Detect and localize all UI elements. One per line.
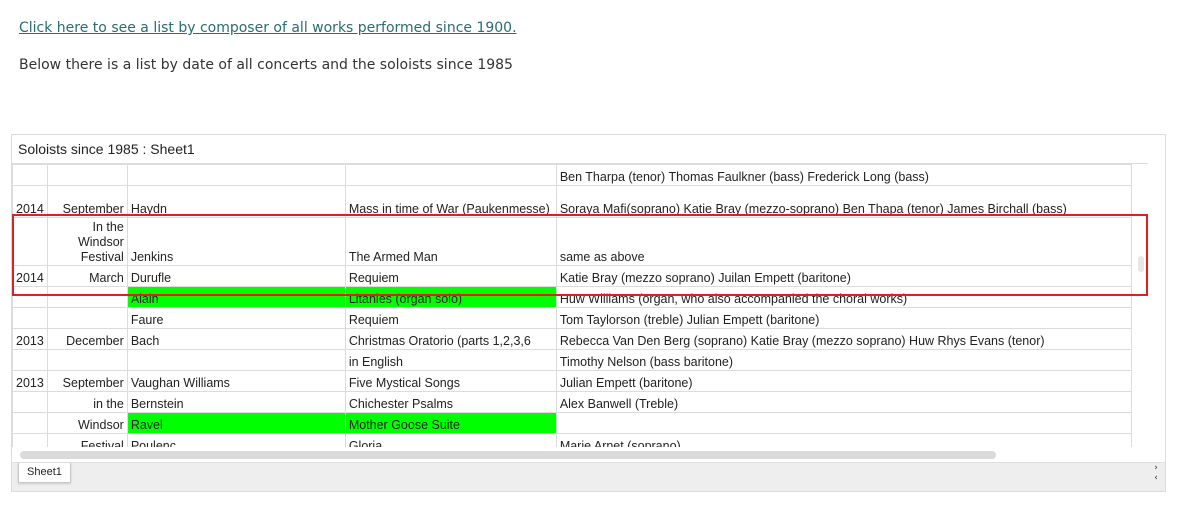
cell-soloists[interactable]: Soraya Mafi(soprano) Katie Bray (mezzo-s…	[555, 185, 1132, 218]
cell-composer[interactable]: Jenkins	[126, 217, 346, 266]
cell-year[interactable]	[12, 164, 48, 186]
cell-year[interactable]: 2013	[12, 328, 48, 350]
cell-year[interactable]: 2014	[12, 265, 48, 287]
cell-soloists[interactable]: Katie Bray (mezzo soprano) Juilan Empett…	[555, 265, 1132, 287]
cell-year[interactable]	[12, 217, 48, 266]
cell-year[interactable]	[12, 286, 48, 308]
cell-soloists[interactable]: Alex Banwell (Treble)	[555, 391, 1132, 413]
cell-work[interactable]: Mother Goose Suite	[344, 412, 557, 434]
embedded-spreadsheet: Soloists since 1985 : Sheet1 Ben Tharpa …	[11, 134, 1166, 492]
table-row: 2013 September Vaughan Williams Five Mys…	[12, 370, 1132, 392]
table-row: 2013 December Bach Christmas Oratorio (p…	[12, 328, 1132, 350]
cell-work[interactable]: Gloria	[344, 433, 557, 447]
table-row: in the Bernstein Chichester Psalms Alex …	[12, 391, 1132, 413]
cell-year[interactable]	[12, 412, 48, 434]
table-row: 2014 September Haydn Mass in time of War…	[12, 185, 1132, 218]
cell-composer[interactable]	[126, 349, 346, 371]
cell-composer[interactable]: Bach	[126, 328, 346, 350]
cell-composer[interactable]: Alain	[126, 286, 346, 308]
cell-work[interactable]: Mass in time of War (Paukenmesse)	[344, 185, 557, 218]
cell-soloists[interactable]: Ben Tharpa (tenor) Thomas Faulkner (bass…	[555, 164, 1132, 186]
cell-soloists[interactable]: Huw Williams (organ, who also accompanie…	[555, 286, 1132, 308]
sheet-title: Soloists since 1985 : Sheet1	[18, 141, 195, 157]
cell-soloists[interactable]: same as above	[555, 217, 1132, 266]
cell-work[interactable]: Requiem	[344, 307, 557, 329]
cell-composer[interactable]: Vaughan Williams	[126, 370, 346, 392]
table-row: Faure Requiem Tom Taylorson (treble) Jul…	[12, 307, 1132, 329]
cell-work[interactable]: Litanies (organ solo)	[344, 286, 557, 308]
cell-year[interactable]	[12, 391, 48, 413]
cell-composer[interactable]	[126, 164, 346, 186]
cell-work[interactable]: Chichester Psalms	[344, 391, 557, 413]
cell-work[interactable]: The Armed Man	[344, 217, 557, 266]
cell-month[interactable]	[46, 307, 128, 329]
cell-soloists[interactable]: Marie Arnet (soprano)	[555, 433, 1132, 447]
table-row: In the Windsor Festival Jenkins The Arme…	[12, 217, 1132, 266]
cell-month[interactable]	[46, 286, 128, 308]
table-row: Alain Litanies (organ solo) Huw Williams…	[12, 286, 1132, 308]
sheet-tab-sheet1[interactable]: Sheet1	[18, 463, 71, 483]
cell-year[interactable]	[12, 433, 48, 447]
cell-soloists[interactable]: Rebecca Van Den Berg (soprano) Katie Bra…	[555, 328, 1132, 350]
cell-soloists[interactable]: Timothy Nelson (bass baritone)	[555, 349, 1132, 371]
cell-year[interactable]: 2013	[12, 370, 48, 392]
vertical-scrollbar[interactable]	[1138, 256, 1144, 272]
prev-sheet-icon[interactable]: ‹	[1151, 473, 1161, 483]
cell-soloists[interactable]: Julian Empett (baritone)	[555, 370, 1132, 392]
cell-month[interactable]: In the Windsor Festival	[46, 217, 128, 266]
cell-work[interactable]: in English	[344, 349, 557, 371]
tab-navigation: › ‹	[1151, 463, 1161, 483]
cell-month[interactable]: in the	[46, 391, 128, 413]
sheet-tab-bar: Sheet1 › ‹	[12, 462, 1165, 491]
composer-list-link[interactable]: Click here to see a list by composer of …	[19, 20, 517, 36]
cell-month[interactable]: March	[46, 265, 128, 287]
horizontal-scrollbar[interactable]	[20, 451, 996, 459]
cell-month[interactable]	[46, 164, 128, 186]
cell-soloists[interactable]	[555, 412, 1132, 434]
cell-composer[interactable]: Ravel	[126, 412, 346, 434]
cell-year[interactable]	[12, 307, 48, 329]
cell-work[interactable]: Christmas Oratorio (parts 1,2,3,6	[344, 328, 557, 350]
cell-month[interactable]: September	[46, 370, 128, 392]
table-row: Windsor Ravel Mother Goose Suite	[12, 412, 1132, 434]
cell-month[interactable]: December	[46, 328, 128, 350]
cell-composer[interactable]: Haydn	[126, 185, 346, 218]
cell-work[interactable]: Five Mystical Songs	[344, 370, 557, 392]
cell-soloists[interactable]: Tom Taylorson (treble) Julian Empett (ba…	[555, 307, 1132, 329]
table-row: Ben Tharpa (tenor) Thomas Faulkner (bass…	[12, 164, 1132, 186]
table-row: in English Timothy Nelson (bass baritone…	[12, 349, 1132, 371]
cell-year[interactable]	[12, 349, 48, 371]
spreadsheet-grid[interactable]: Ben Tharpa (tenor) Thomas Faulkner (bass…	[12, 163, 1148, 447]
cell-composer[interactable]: Faure	[126, 307, 346, 329]
table-row: 2014 March Durufle Requiem Katie Bray (m…	[12, 265, 1132, 287]
cell-month[interactable]	[46, 349, 128, 371]
cell-composer[interactable]: Poulenc	[126, 433, 346, 447]
cell-month[interactable]: Windsor	[46, 412, 128, 434]
cell-month[interactable]: September	[46, 185, 128, 218]
cell-work[interactable]	[344, 164, 557, 186]
cell-work[interactable]: Requiem	[344, 265, 557, 287]
intro-description: Below there is a list by date of all con…	[19, 57, 513, 73]
cell-month[interactable]: Festival	[46, 433, 128, 447]
soloists-table: Ben Tharpa (tenor) Thomas Faulkner (bass…	[12, 164, 1132, 447]
cell-year[interactable]: 2014	[12, 185, 48, 218]
next-sheet-icon[interactable]: ›	[1151, 463, 1161, 473]
cell-composer[interactable]: Durufle	[126, 265, 346, 287]
cell-composer[interactable]: Bernstein	[126, 391, 346, 413]
table-row: Festival Poulenc Gloria Marie Arnet (sop…	[12, 433, 1132, 447]
